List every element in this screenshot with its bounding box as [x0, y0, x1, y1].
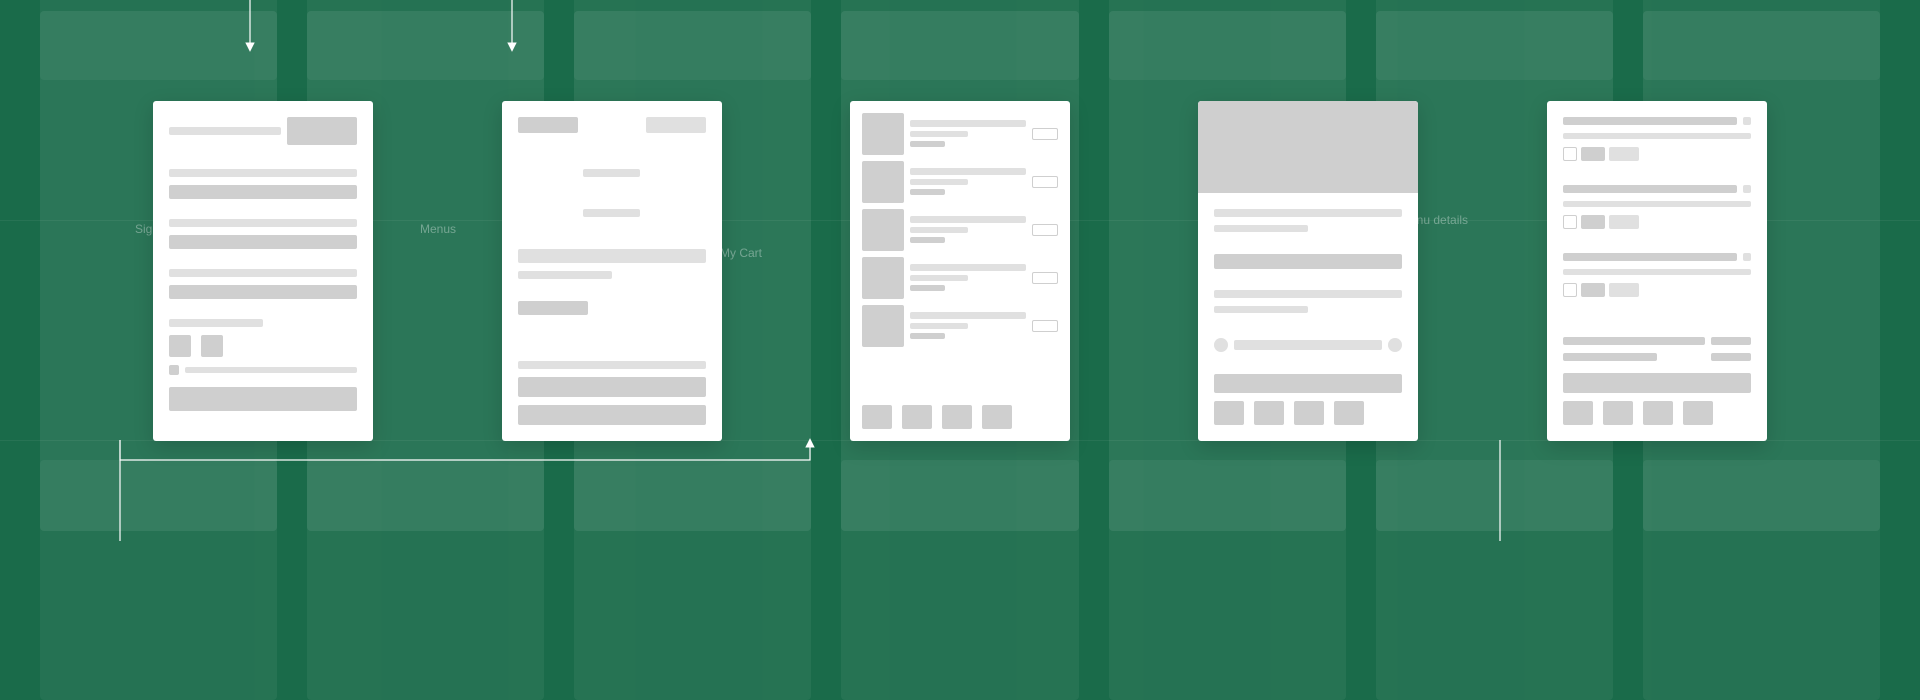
bottom-nav [1563, 401, 1751, 425]
list-item [862, 113, 1058, 155]
wireframe-screen-3 [850, 101, 1070, 441]
list-item [862, 209, 1058, 251]
wireframe-screen-5 [1547, 101, 1767, 441]
wireframe-screen-1 [153, 101, 373, 441]
flow-row [0, 0, 1920, 541]
list-item [862, 257, 1058, 299]
list-item [862, 161, 1058, 203]
wireframe-screen-4 [1198, 101, 1418, 441]
bottom-nav [1214, 401, 1402, 425]
bottom-nav [862, 405, 1058, 429]
list-item [862, 305, 1058, 347]
wireframe-screen-2 [502, 101, 722, 441]
badge-pill [1032, 128, 1058, 140]
